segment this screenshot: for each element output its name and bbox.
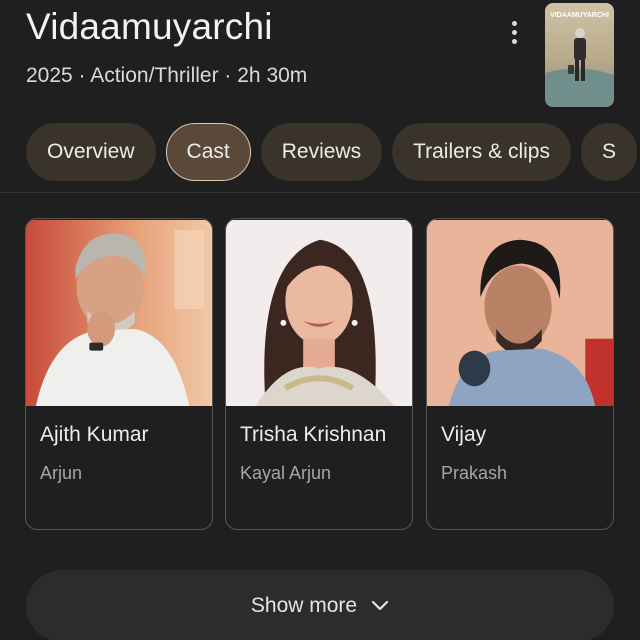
poster-title-text: VIDAAMUYARCHI bbox=[550, 12, 609, 19]
movie-poster[interactable]: VIDAAMUYARCHI bbox=[545, 3, 614, 107]
show-more-button[interactable]: Show more bbox=[26, 570, 614, 640]
tab-cast[interactable]: Cast bbox=[165, 123, 251, 181]
more-options-button[interactable] bbox=[498, 14, 530, 50]
cast-card[interactable]: Ajith Kumar Arjun bbox=[25, 218, 213, 530]
tab-bar: Overview Cast Reviews Trailers & clips S bbox=[26, 123, 638, 183]
movie-meta: 2025 · Action/Thriller · 2h 30m bbox=[26, 64, 308, 87]
tab-overview[interactable]: Overview bbox=[26, 123, 156, 181]
cast-photo bbox=[26, 220, 212, 406]
show-more-label: Show more bbox=[250, 594, 358, 617]
cast-name: Vijay bbox=[441, 423, 487, 446]
poster-image: VIDAAMUYARCHI bbox=[545, 3, 614, 107]
cast-role: Kayal Arjun bbox=[240, 463, 332, 483]
chevron-down-icon bbox=[372, 600, 389, 611]
cast-name: Trisha Krishnan bbox=[240, 423, 387, 446]
tab-trailers-clips[interactable]: Trailers & clips bbox=[392, 123, 571, 181]
tab-reviews[interactable]: Reviews bbox=[260, 123, 383, 181]
cast-role: Arjun bbox=[40, 463, 83, 483]
cast-photo bbox=[427, 220, 613, 406]
cast-role: Prakash bbox=[441, 463, 508, 483]
movie-cast-panel: Vidaamuyarchi 2025 · Action/Thriller · 2… bbox=[0, 0, 640, 640]
cast-name: Ajith Kumar bbox=[40, 423, 149, 446]
cast-photo bbox=[226, 220, 412, 406]
divider bbox=[0, 192, 640, 193]
more-vert-icon bbox=[511, 20, 517, 26]
tab-more-truncated[interactable]: S bbox=[581, 123, 638, 181]
cast-card[interactable]: Vijay Prakash bbox=[426, 218, 614, 530]
movie-title: Vidaamuyarchi bbox=[26, 6, 273, 47]
cast-card[interactable]: Trisha Krishnan Kayal Arjun bbox=[225, 218, 413, 530]
